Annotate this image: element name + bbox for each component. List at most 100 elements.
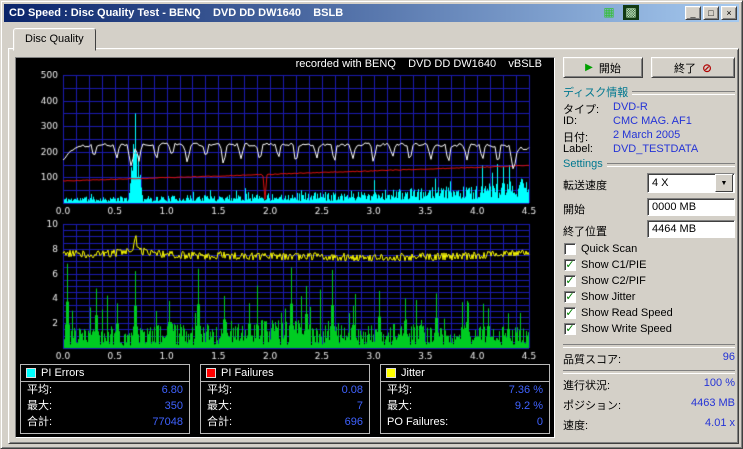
checkbox-show-jitter[interactable]: ✓ Show Jitter [564, 290, 635, 304]
position-value: 4463 MB [690, 397, 735, 409]
stat-value: 77048 [152, 416, 183, 428]
progress-label: 進行状況: [563, 380, 611, 392]
stat-value: 0 [536, 416, 543, 428]
stat-row: 合計: 696 [201, 414, 369, 430]
progress-value: 100 % [703, 377, 735, 389]
titlebar-app-icon-2[interactable]: ▩ [623, 5, 639, 20]
stat-box-title: PI Failures [221, 367, 274, 379]
checkbox-quick-scan[interactable]: Quick Scan [564, 242, 637, 256]
checkbox-label: Show Read Speed [581, 307, 673, 319]
disc-label-row: Label: DVD_TESTDATA [563, 143, 735, 156]
stat-value: 696 [344, 416, 363, 428]
stat-label: 合計: [27, 416, 53, 428]
window-controls: _ □ × [685, 6, 737, 20]
stat-box-title: Jitter [401, 367, 425, 379]
speed-label: 速度: [563, 420, 589, 432]
disc-date-row: 日付: 2 March 2005 [563, 129, 735, 144]
start-position-field[interactable]: 0000 MB [647, 198, 735, 216]
disc-date-value: 2 March 2005 [613, 129, 681, 141]
stat-row: 最大: 7 [201, 398, 369, 414]
checkbox-box[interactable]: ✓ [564, 323, 576, 335]
start-position-label: 開始 [563, 204, 585, 216]
stat-row: 最大: 9.2 % [381, 398, 549, 414]
disc-id-label: ID: [563, 115, 578, 127]
disc-info-title: ディスク情報 [563, 87, 629, 99]
stat-box-pi-errors: PI Errors 平均: 6.80 最大: 350 合計: 77048 [20, 364, 190, 434]
exit-button[interactable]: 終了 ⊘ [651, 57, 735, 78]
checkbox-label: Quick Scan [581, 243, 638, 255]
exit-icon: ⊘ [701, 60, 713, 75]
checkbox-label: Show C2/PIF [581, 275, 646, 287]
checkbox-label: Show Jitter [581, 291, 636, 303]
disc-info-header: ディスク情報 [563, 85, 735, 99]
start-button[interactable]: ▶ 開始 [563, 57, 643, 78]
stat-value: 7 [356, 400, 363, 412]
stat-label: 最大: [27, 400, 53, 412]
pi-failures-marker-icon [206, 368, 216, 378]
stat-label: 合計: [207, 416, 233, 428]
start-button-label: 開始 [598, 62, 621, 75]
stat-label: 平均: [27, 384, 53, 396]
chevron-down-icon[interactable]: ▼ [715, 174, 733, 192]
quality-score-label: 品質スコア: [563, 354, 622, 366]
stats-row: PI Errors 平均: 6.80 最大: 350 合計: 77048 PI Fai… [20, 364, 550, 434]
stat-row: 平均: 7.36 % [381, 382, 549, 398]
disc-label-label: Label: [563, 143, 593, 155]
checkbox-show-c2-pif[interactable]: ✓ Show C2/PIF [564, 274, 646, 288]
divider [563, 370, 735, 374]
position-row: ポジション: 4463 MB [563, 397, 735, 413]
stat-row: 平均: 6.80 [21, 382, 189, 398]
chart-panel: recorded with BENQ DVD DD DW1640 vBSLB P… [15, 57, 555, 438]
stat-value: 6.80 [161, 384, 183, 396]
quality-chart-bottom [17, 216, 553, 362]
disc-type-row: タイプ: DVD-R [563, 101, 735, 116]
settings-header: Settings [563, 157, 735, 171]
tab-disc-quality[interactable]: Disc Quality [13, 28, 96, 51]
quality-score-value: 96 [722, 351, 735, 363]
maximize-button[interactable]: □ [703, 6, 719, 20]
stat-row: 平均: 0.08 [201, 382, 369, 398]
checkbox-label: Show Write Speed [581, 323, 672, 335]
close-button[interactable]: × [721, 6, 737, 20]
stat-box-title: PI Errors [41, 367, 85, 379]
disc-label-value: DVD_TESTDATA [613, 143, 699, 155]
checkbox-box[interactable]: ✓ [564, 307, 576, 319]
stat-row: 最大: 350 [21, 398, 189, 414]
stat-value: 0.08 [341, 384, 363, 396]
divider [606, 163, 735, 167]
speed-select[interactable]: 4 X ▼ [647, 173, 735, 193]
speed-value: 4.01 x [705, 417, 735, 429]
divider [632, 91, 735, 95]
speed-select-value: 4 X [652, 177, 669, 189]
stat-value: 7.36 % [508, 384, 543, 396]
speed-row: 速度: 4.01 x [563, 417, 735, 433]
checkbox-box[interactable]: ✓ [564, 259, 576, 271]
disc-id-value: CMC MAG. AF1 [613, 115, 692, 127]
titlebar-app-icons: ▦ ▩ [601, 5, 639, 20]
quality-score-row: 品質スコア: 96 [563, 351, 735, 367]
checkbox-box[interactable] [564, 243, 576, 255]
end-position-label: 終了位置 [563, 226, 607, 238]
app-window: CD Speed : Disc Quality Test - BENQ DVD … [0, 0, 743, 449]
disc-id-row: ID: CMC MAG. AF1 [563, 115, 735, 128]
start-icon: ▶ [585, 62, 593, 73]
checkbox-show-write-speed[interactable]: ✓ Show Write Speed [564, 322, 672, 336]
stat-label: 平均: [207, 384, 233, 396]
speed-setting-label: 転送速度 [563, 180, 607, 192]
checkbox-box[interactable]: ✓ [564, 275, 576, 287]
quality-chart-top [17, 71, 553, 217]
stat-value: 9.2 % [514, 400, 543, 412]
stat-box-header: PI Errors [21, 365, 189, 382]
checkbox-label: Show C1/PIE [581, 259, 647, 271]
settings-title: Settings [563, 158, 603, 170]
pi-errors-marker-icon [26, 368, 36, 378]
checkbox-show-c1-pie[interactable]: ✓ Show C1/PIE [564, 258, 646, 272]
stat-box-pi-failures: PI Failures 平均: 0.08 最大: 7 合計: 696 [200, 364, 370, 434]
checkbox-show-read-speed[interactable]: ✓ Show Read Speed [564, 306, 673, 320]
end-position-field[interactable]: 4464 MB [647, 220, 735, 238]
titlebar[interactable]: CD Speed : Disc Quality Test - BENQ DVD … [4, 4, 739, 22]
titlebar-app-icon-1[interactable]: ▦ [601, 5, 617, 20]
progress-row: 進行状況: 100 % [563, 377, 735, 393]
minimize-button[interactable]: _ [685, 6, 701, 20]
checkbox-box[interactable]: ✓ [564, 291, 576, 303]
